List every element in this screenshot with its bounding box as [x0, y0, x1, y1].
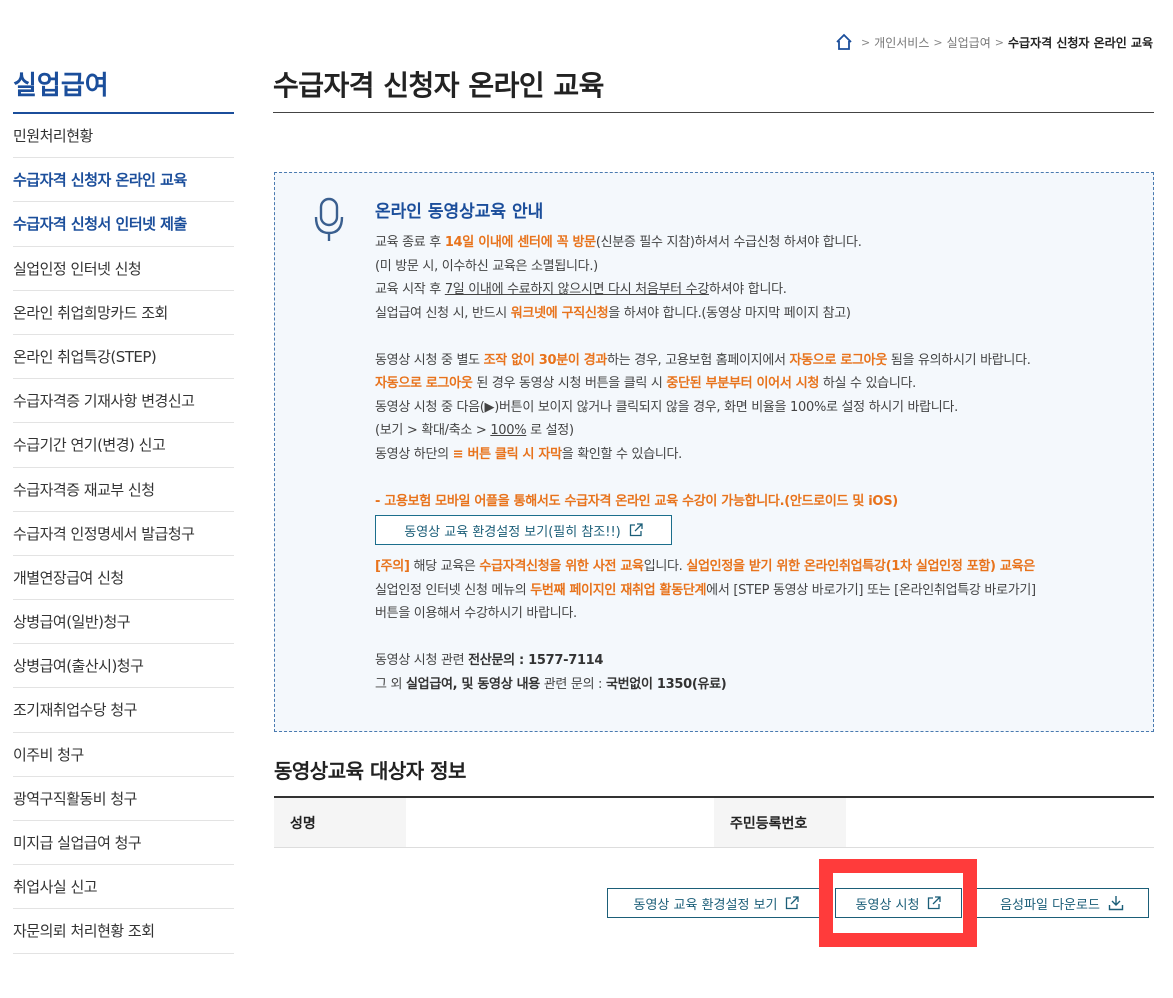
sidebar-item[interactable]: 민원처리현황 [13, 114, 234, 159]
name-label: 성명 [274, 798, 406, 847]
sidebar-item[interactable]: 상병급여(일반)청구 [13, 600, 234, 645]
info-line: (보기 > 확대/축소 > 100% 로 설정) [375, 423, 574, 438]
student-info-table: 성명 주민등록번호 [274, 796, 1154, 848]
info-line-contact: 동영상 시청 관련 전산문의 : 1577-7114 [375, 653, 604, 668]
external-link-icon [786, 896, 800, 910]
info-line-contact: 그 외 실업급여, 및 동영상 내용 관련 문의 : 국번없이 1350(유료) [375, 676, 727, 692]
sidebar-item[interactable]: 미지급 실업급여 청구 [13, 821, 234, 866]
sidebar-item[interactable]: 수급자격 신청서 인터넷 제출 [13, 202, 234, 247]
info-line: 실업인정 인터넷 신청 메뉴의 두번째 페이지인 재취업 활동단계에서 [STE… [375, 582, 1036, 598]
info-line: (미 방문 시, 이수하신 교육은 소멸됩니다.) [375, 258, 598, 274]
sidebar-item[interactable]: 수급자격증 기재사항 변경신고 [13, 379, 234, 424]
sidebar-item[interactable]: 수급자격 인정명세서 발급청구 [13, 512, 234, 556]
sidebar-item[interactable]: 광역구직활동비 청구 [13, 777, 234, 821]
sidebar-item[interactable]: 자문의뢰 처리현황 조회 [13, 909, 234, 954]
info-line: 자동으로 로그아웃 된 경우 동영상 시청 버튼을 클릭 시 중단된 부분부터 … [375, 376, 916, 391]
sidebar-item[interactable]: 상병급여(출산시)청구 [13, 644, 234, 689]
sidebar-item[interactable]: 이주비 청구 [13, 733, 234, 777]
info-line: 동영상 하단의 ≡ 버튼 클릭 시 자막을 확인할 수 있습니다. [375, 446, 683, 462]
id-value [846, 798, 1154, 847]
highlight-box [819, 859, 977, 947]
sidebar-item-active[interactable]: 수급자격 신청자 온라인 교육 [13, 158, 234, 203]
info-line: 교육 종료 후 14일 이내에 센터에 꼭 방문(신분증 필수 지참)하셔서 수… [375, 235, 862, 250]
info-line: [주의] 해당 교육은 수급자격신청을 위한 사전 교육입니다. 실업인정을 받… [375, 559, 1035, 574]
env-settings-button[interactable]: 동영상 교육 환경설정 보기(필히 참조!!) [375, 515, 672, 545]
sidebar-menu: 민원처리현황 수급자격 신청자 온라인 교육 수급자격 신청서 인터넷 제출 실… [13, 114, 234, 954]
sidebar-item[interactable]: 온라인 취업희망카드 조회 [13, 291, 234, 335]
sidebar-title: 실업급여 [13, 68, 234, 114]
id-label: 주민등록번호 [714, 798, 846, 847]
external-link-icon [629, 523, 643, 537]
info-box: 온라인 동영상교육 안내 교육 종료 후 14일 이내에 센터에 꼭 방문(신분… [274, 172, 1154, 732]
info-line: 동영상 시청 중 다음(▶)버튼이 보이지 않거나 클릭되지 않을 경우, 화면… [375, 399, 958, 415]
sidebar-item[interactable]: 수급자격증 재교부 신청 [13, 468, 234, 512]
info-line: 버튼을 이용해서 수강하시기 바랍니다. [375, 606, 577, 621]
download-icon [1108, 896, 1124, 911]
env-settings-view-button[interactable]: 동영상 교육 환경설정 보기 [607, 888, 826, 918]
info-content: 온라인 동영상교육 안내 교육 종료 후 14일 이내에 센터에 꼭 방문(신분… [375, 197, 1145, 696]
section-title: 동영상교육 대상자 정보 [274, 759, 466, 783]
info-title: 온라인 동영상교육 안내 [375, 202, 544, 222]
breadcrumb: > 개인서비스 > 실업급여 > 수급자격 신청자 온라인 교육 [835, 33, 1153, 51]
home-icon[interactable] [835, 33, 853, 51]
sidebar-item[interactable]: 취업사실 신고 [13, 865, 234, 910]
info-line: 동영상 시청 중 별도 조작 없이 30분이 경과하는 경우, 고용보험 홈페이… [375, 352, 1031, 368]
info-line: 교육 시작 후 7일 이내에 수료하지 않으시면 다시 처음부터 수강하셔야 합… [375, 282, 787, 297]
breadcrumb-item[interactable]: 실업급여 [947, 34, 991, 51]
chevron-right-icon: > [933, 35, 943, 49]
sidebar-item[interactable]: 개별연장급여 신청 [13, 556, 234, 601]
sidebar-item[interactable]: 실업인정 인터넷 신청 [13, 247, 234, 291]
sidebar-item[interactable]: 온라인 취업특강(STEP) [13, 335, 234, 380]
info-line-mobile: - 고용보험 모바일 어플을 통해서도 수급자격 온라인 교육 수강이 가능합니… [375, 493, 898, 509]
sidebar: 실업급여 민원처리현황 수급자격 신청자 온라인 교육 수급자격 신청서 인터넷… [13, 68, 234, 954]
microphone-icon [314, 197, 344, 241]
breadcrumb-item[interactable]: 개인서비스 [874, 34, 929, 51]
breadcrumb-current: 수급자격 신청자 온라인 교육 [1007, 35, 1153, 50]
sidebar-item[interactable]: 조기재취업수당 청구 [13, 688, 234, 733]
info-line: 실업급여 신청 시, 반드시 워크넷에 구직신청을 하셔야 합니다.(동영상 마… [375, 305, 851, 321]
sidebar-item[interactable]: 수급기간 연기(변경) 신고 [13, 423, 234, 468]
page-title: 수급자격 신청자 온라인 교육 [273, 66, 1154, 113]
chevron-right-icon: > [860, 35, 871, 49]
chevron-right-icon: > [994, 35, 1004, 49]
name-value [406, 798, 714, 847]
audio-download-button[interactable]: 음성파일 다운로드 [975, 888, 1149, 918]
